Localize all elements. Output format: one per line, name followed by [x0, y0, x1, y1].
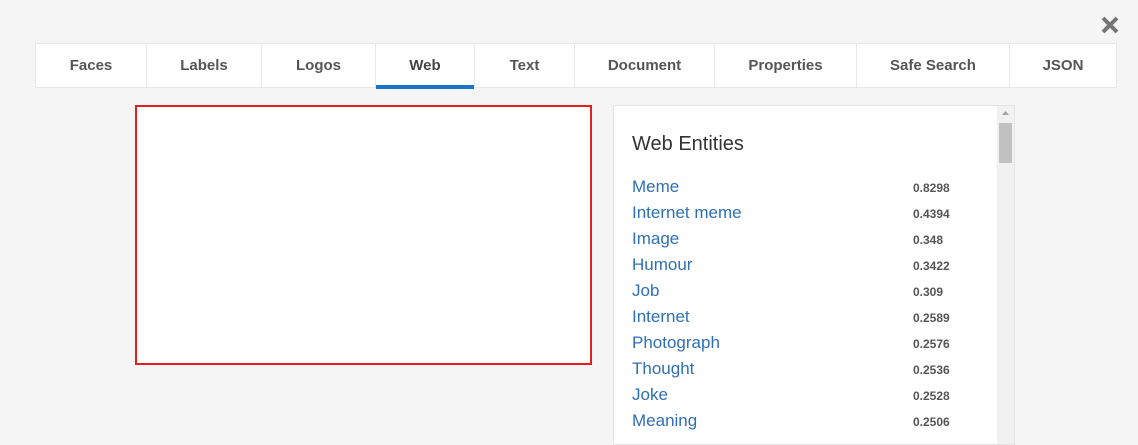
tab-label: Text	[509, 57, 540, 74]
entity-score: 0.4394	[913, 207, 950, 221]
list-item: Meme 0.8298	[632, 174, 972, 200]
entity-link[interactable]: Thought	[632, 359, 694, 379]
web-entities-panel: Web Entities Meme 0.8298 Internet meme 0.4…	[613, 105, 1015, 445]
entity-score: 0.2536	[913, 363, 950, 377]
tab-labels[interactable]: Labels	[147, 44, 262, 88]
tab-label: Logos	[296, 57, 341, 74]
tab-web[interactable]: Web	[376, 44, 475, 89]
list-item: Photograph 0.2576	[632, 330, 972, 356]
entity-score: 0.3422	[913, 259, 950, 273]
entity-score: 0.2528	[913, 389, 950, 403]
entity-score: 0.8298	[913, 181, 950, 195]
tab-faces[interactable]: Faces	[36, 44, 147, 88]
entity-link[interactable]: Photograph	[632, 333, 720, 353]
tab-label: JSON	[1042, 57, 1084, 74]
tab-label: Document	[607, 57, 682, 74]
entity-score: 0.2589	[913, 311, 950, 325]
tab-text[interactable]: Text	[475, 44, 575, 88]
entity-link[interactable]: Internet	[632, 307, 690, 327]
close-icon	[1098, 13, 1122, 37]
tab-safe-search[interactable]: Safe Search	[857, 44, 1010, 88]
list-item: Humour 0.3422	[632, 252, 972, 278]
list-item: Job 0.309	[632, 278, 972, 304]
tab-label: Properties	[748, 57, 823, 74]
entity-link[interactable]: Internet meme	[632, 203, 742, 223]
tab-label: Labels	[180, 57, 228, 74]
entity-link[interactable]: Humour	[632, 255, 692, 275]
entity-link[interactable]: Job	[632, 281, 659, 301]
tab-label: Faces	[69, 57, 113, 74]
close-button[interactable]	[1098, 13, 1122, 37]
list-item: Internet meme 0.4394	[632, 200, 972, 226]
tab-logos[interactable]: Logos	[262, 44, 376, 88]
entity-score: 0.2576	[913, 337, 950, 351]
list-item: Joke 0.2528	[632, 382, 972, 408]
scrollbar[interactable]	[997, 106, 1014, 444]
image-preview	[135, 105, 592, 365]
tab-bar: Faces Labels Logos Web Text Document Pro…	[35, 43, 1117, 89]
chevron-up-icon	[997, 107, 1014, 124]
entity-link[interactable]: Image	[632, 229, 679, 249]
tab-properties[interactable]: Properties	[715, 44, 857, 88]
list-item: Meaning 0.2506	[632, 408, 972, 434]
list-item: Image 0.348	[632, 226, 972, 252]
entity-list: Meme 0.8298 Internet meme 0.4394 Image 0.34…	[632, 174, 972, 434]
tab-label: Web	[409, 57, 441, 74]
entity-score: 0.309	[913, 285, 944, 299]
entity-link[interactable]: Meaning	[632, 411, 697, 431]
list-item: Thought 0.2536	[632, 356, 972, 382]
scrollbar-thumb[interactable]	[999, 123, 1012, 163]
entity-score: 0.348	[913, 233, 944, 247]
entity-score: 0.2506	[913, 415, 950, 429]
tab-json[interactable]: JSON	[1010, 44, 1116, 88]
tab-document[interactable]: Document	[575, 44, 715, 88]
tab-label: Safe Search	[890, 57, 976, 74]
panel-title: Web Entities	[632, 133, 744, 155]
entity-link[interactable]: Meme	[632, 177, 679, 197]
scroll-up-button[interactable]	[997, 106, 1014, 120]
active-tab-indicator	[376, 85, 474, 89]
entity-link[interactable]: Joke	[632, 385, 668, 405]
list-item: Internet 0.2589	[632, 304, 972, 330]
